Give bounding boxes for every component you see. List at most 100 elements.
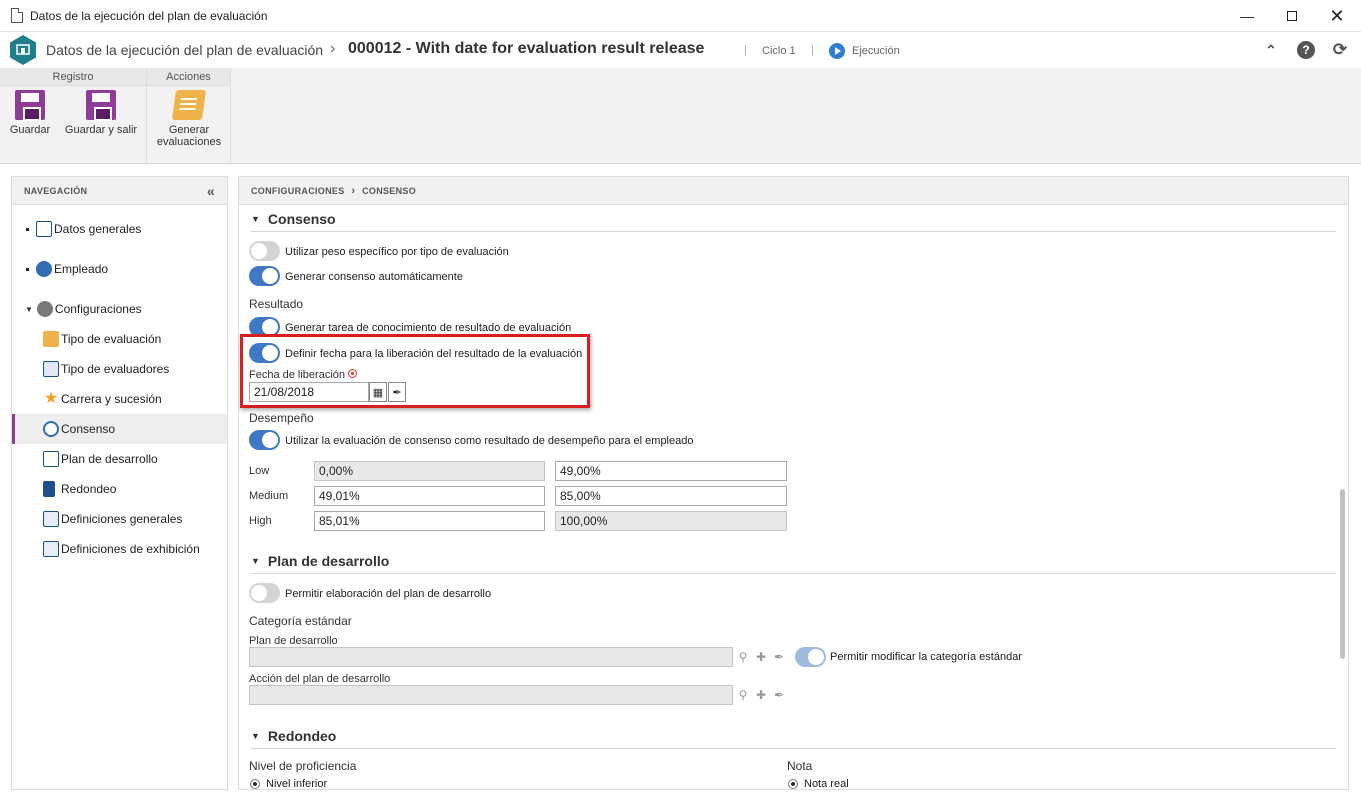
nav-item-definiciones-exhibicion[interactable]: Definiciones de exhibición [12, 534, 227, 564]
nav-item-label: Redondeo [61, 482, 117, 496]
radio-nota-real[interactable] [788, 779, 798, 789]
radio-nivel-inferior-label: Nivel inferior [266, 778, 328, 790]
nav-item-tipo-evaluadores[interactable]: Tipo de evaluadores [12, 354, 227, 384]
status-label: Ejecución [852, 45, 900, 57]
save-icon [15, 90, 45, 121]
breadcrumb-current: 000012 - With date for evaluation result… [348, 40, 705, 57]
nav-item-consenso[interactable]: Consenso [12, 414, 227, 444]
toggle-permitir-plan[interactable] [249, 583, 280, 603]
ribbon-group-acciones: Acciones Generar evaluaciones [147, 68, 231, 164]
divider: | [811, 44, 814, 56]
desempeno-label: Desempeño [249, 411, 314, 425]
play-icon [829, 43, 845, 59]
content-breadcrumb: CONFIGURACIONES › CONSENSO [239, 177, 1348, 205]
toggle-fecha-label: Definir fecha para la liberación del res… [285, 348, 583, 360]
plan-field-label: Plan de desarrollo [249, 635, 338, 647]
toggle-knob [262, 345, 278, 361]
toggle-permitir-label: Permitir elaboración del plan de desarro… [285, 588, 492, 600]
search-icon[interactable]: ⚲ [734, 685, 752, 705]
scrollbar[interactable] [1340, 489, 1345, 659]
close-button[interactable]: ✕ [1314, 0, 1360, 32]
section-consenso-header[interactable]: ▼ Consenso [251, 211, 336, 227]
radio-nota-real-label: Nota real [804, 778, 849, 790]
collapse-up-icon[interactable]: ⌃ [1262, 41, 1280, 59]
settings-window-icon [43, 511, 59, 527]
chevron-right-icon: › [351, 185, 356, 197]
app-header: Datos de la ejecución del plan de evalua… [0, 32, 1361, 68]
generate-evaluations-button[interactable]: Generar evaluaciones [151, 90, 227, 148]
consensus-icon [43, 421, 59, 437]
help-icon[interactable]: ? [1297, 41, 1315, 59]
add-icon[interactable]: ✚ [752, 685, 770, 705]
nav-item-datos-generales[interactable]: Datos generales [12, 214, 227, 244]
nav-item-empleado[interactable]: Empleado [12, 254, 227, 284]
nav-item-redondeo[interactable]: Redondeo [12, 474, 227, 504]
categoria-label: Categoría estándar [249, 614, 352, 628]
save-and-exit-button[interactable]: Guardar y salir [60, 90, 142, 136]
expand-triangle-icon[interactable]: ▼ [25, 305, 33, 314]
nav-item-label: Definiciones de exhibición [61, 542, 200, 556]
minimize-button[interactable]: — [1224, 0, 1270, 32]
accion-field-label: Acción del plan de desarrollo [249, 673, 391, 685]
nav-item-carrera-sucesion[interactable]: ★ Carrera y sucesión [12, 384, 227, 414]
required-icon [348, 369, 358, 378]
gears-icon [36, 301, 53, 317]
range-low-label: Low [249, 465, 270, 477]
nav-item-label: Empleado [54, 262, 109, 276]
collapse-panel-icon[interactable]: « [207, 177, 215, 205]
maximize-icon [1287, 11, 1297, 21]
list-icon [36, 221, 52, 237]
evaluation-type-icon [43, 331, 59, 347]
section-plan-header[interactable]: ▼ Plan de desarrollo [251, 553, 389, 569]
nav-item-plan-desarrollo[interactable]: Plan de desarrollo [12, 444, 227, 474]
section-title: Plan de desarrollo [267, 553, 390, 569]
generate-label-line2: evaluaciones [156, 136, 222, 148]
save-and-exit-label: Guardar y salir [64, 124, 138, 136]
calendar-icon[interactable]: ▦ [369, 382, 387, 402]
accion-plan-input[interactable] [249, 685, 733, 705]
nav-item-configuraciones[interactable]: ▼ Configuraciones [12, 294, 227, 324]
divider: | [744, 44, 747, 56]
range-low-to[interactable]: 49,00% [555, 461, 787, 481]
toggle-consenso-automatico[interactable] [249, 266, 280, 286]
nav-item-label: Consenso [61, 422, 116, 436]
clear-brush-icon[interactable]: ✒ [388, 382, 406, 402]
clear-brush-icon[interactable]: ✒ [770, 647, 788, 667]
collapse-triangle-icon: ▼ [251, 556, 260, 566]
nivel-proficiencia-label: Nivel de proficiencia [249, 759, 357, 773]
plan-desarrollo-input[interactable] [249, 647, 733, 667]
nav-item-definiciones-generales[interactable]: Definiciones generales [12, 504, 227, 534]
nav-item-label: Tipo de evaluación [61, 332, 162, 346]
toggle-modificar-label: Permitir modificar la categoría estándar [830, 651, 1022, 663]
search-icon[interactable]: ⚲ [734, 647, 752, 667]
toggle-peso-especifico[interactable] [249, 241, 280, 261]
collapse-triangle-icon: ▼ [251, 214, 260, 224]
save-button[interactable]: Guardar [6, 90, 54, 136]
window-titlebar: Datos de la ejecución del plan de evalua… [0, 0, 1361, 32]
ribbon-group-registro: Registro Guardar Guardar y salir [0, 68, 147, 164]
breadcrumb-configuraciones[interactable]: CONFIGURACIONES [251, 186, 345, 196]
navigation-title: NAVEGACIÓN [24, 186, 88, 196]
bullet [26, 227, 29, 231]
toggle-peso-label: Utilizar peso específico por tipo de eva… [285, 246, 509, 258]
clear-brush-icon[interactable]: ✒ [770, 685, 788, 705]
radio-nivel-inferior[interactable] [250, 779, 260, 789]
toggle-tarea-conocimiento[interactable] [249, 317, 280, 337]
range-medium-from[interactable]: 49,01% [314, 486, 545, 506]
nav-item-label: Configuraciones [54, 302, 142, 316]
fecha-liberacion-input[interactable]: 21/08/2018 [249, 382, 369, 402]
section-redondeo-header[interactable]: ▼ Redondeo [251, 728, 336, 744]
nav-item-label: Datos generales [54, 222, 142, 236]
toggle-desempeno[interactable] [249, 430, 280, 450]
maximize-button[interactable] [1269, 0, 1315, 32]
breadcrumb-root[interactable]: Datos de la ejecución del plan de evalua… [46, 42, 323, 58]
nav-item-tipo-evaluacion[interactable]: Tipo de evaluación [12, 324, 227, 354]
range-medium-to[interactable]: 85,00% [555, 486, 787, 506]
refresh-icon[interactable]: ⟳ [1331, 40, 1349, 59]
toggle-definir-fecha[interactable] [249, 343, 280, 363]
toggle-modificar-categoria[interactable] [795, 647, 826, 667]
toggle-tarea-label: Generar tarea de conocimiento de resulta… [285, 322, 572, 334]
navigation-header: NAVEGACIÓN « [12, 177, 227, 205]
range-high-from[interactable]: 85,01% [314, 511, 545, 531]
add-icon[interactable]: ✚ [752, 647, 770, 667]
